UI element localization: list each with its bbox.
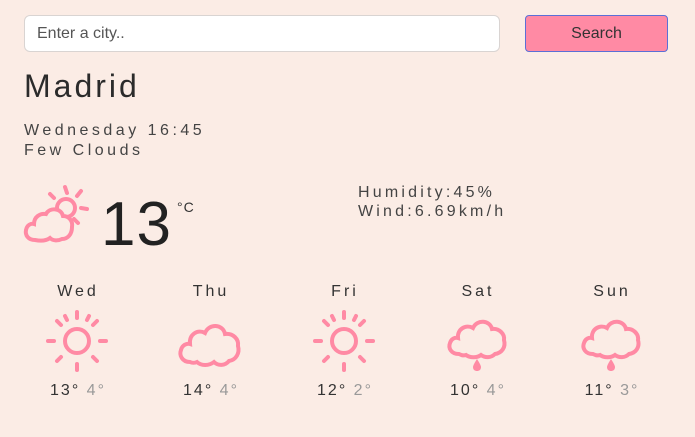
few-clouds-icon	[23, 185, 89, 243]
rain-icon	[447, 319, 507, 371]
forecast-low: 3°	[620, 382, 640, 399]
sun-icon	[46, 310, 108, 372]
search-button[interactable]: Search	[525, 15, 668, 52]
forecast-row: Wed 13° 4° Thu 14° 4° Fri 12° 2° Sat 10°…	[0, 280, 695, 410]
cloud-icon	[178, 324, 241, 367]
forecast-day-wed: Wed 13° 4°	[23, 280, 133, 400]
forecast-day-name: Wed	[57, 283, 99, 300]
forecast-day-sat: Sat 10° 4°	[423, 280, 533, 400]
forecast-day-name: Thu	[192, 283, 230, 300]
forecast-day-name: Sat	[461, 283, 495, 300]
forecast-day-name: Sun	[593, 283, 631, 300]
forecast-low: 4°	[219, 382, 239, 399]
forecast-low: 4°	[86, 382, 106, 399]
forecast-high: 13°	[50, 382, 81, 399]
temperature-unit: °C	[177, 199, 195, 215]
forecast-high: 10°	[450, 382, 481, 399]
forecast-high: 14°	[183, 382, 214, 399]
forecast-high: 11°	[584, 382, 614, 399]
forecast-high: 12°	[317, 382, 348, 399]
wind-readout: Wind:6.69km/h	[358, 203, 507, 220]
forecast-low: 4°	[486, 382, 506, 399]
humidity-readout: Humidity:45%	[358, 184, 496, 201]
forecast-day-name: Fri	[331, 283, 359, 300]
forecast-low: 2°	[353, 382, 373, 399]
rain-icon	[581, 319, 641, 371]
sun-icon	[313, 310, 375, 372]
current-temperature: 13	[101, 190, 172, 259]
day-time: Wednesday 16:45	[24, 122, 206, 139]
city-name: Madrid	[24, 68, 140, 104]
city-search-input[interactable]	[24, 15, 500, 52]
forecast-day-thu: Thu 14° 4°	[156, 280, 266, 400]
forecast-day-sun: Sun 11° 3°	[557, 280, 667, 400]
weather-condition: Few Clouds	[24, 142, 144, 159]
forecast-day-fri: Fri 12° 2°	[290, 280, 400, 400]
